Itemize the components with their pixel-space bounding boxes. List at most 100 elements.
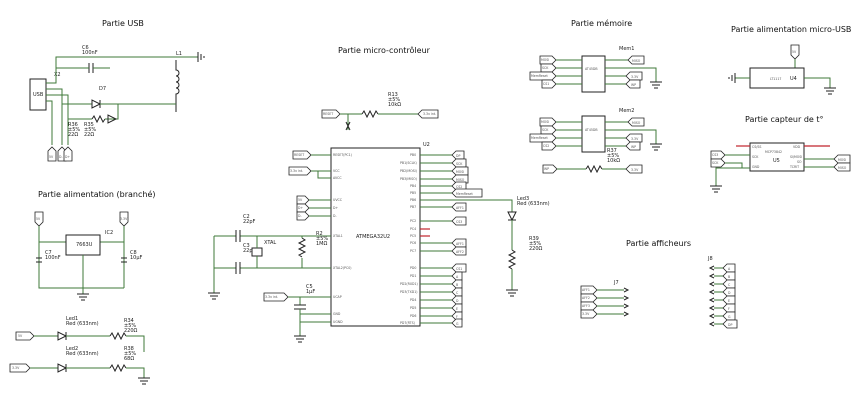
svg-text:CS/SS: CS/SS (752, 145, 761, 149)
c8-value: 10μF (130, 255, 143, 261)
svg-text:CS2: CS2 (543, 144, 549, 148)
svg-text:E: E (728, 299, 730, 303)
wp-tag-label: WP (544, 167, 549, 171)
usb-section: USB X2 C6 100nF L1 D7 R36 ±5% 22Ω R35 ±5… (29, 45, 205, 162)
svg-text:PB0: PB0 (410, 153, 416, 157)
svg-text:PB3(MISO): PB3(MISO) (400, 177, 417, 181)
svg-text:PD5: PD5 (410, 306, 416, 310)
svg-text:SCK: SCK (752, 155, 759, 159)
svg-text:PB6: PB6 (410, 198, 416, 202)
svg-text:CS1: CS1 (456, 267, 462, 271)
svg-text:AFF1: AFF1 (456, 242, 464, 246)
svg-text:CS1: CS1 (543, 82, 549, 86)
svg-text:D+: D+ (65, 155, 70, 159)
r36-ohm: 22Ω (68, 132, 78, 138)
svg-text:PD6: PD6 (410, 314, 416, 318)
mem1-chip-name: AT45DB (585, 67, 598, 71)
svg-text:UVCC: UVCC (333, 198, 343, 202)
svg-text:GND: GND (333, 312, 341, 316)
svg-text:PD1: PD1 (410, 274, 416, 278)
memory-section: AT45DB Mem1 MOSI SCK MemReset CS1 MISO 3… (529, 46, 662, 174)
mem2-chip-name: AT45DB (585, 128, 598, 132)
led3-value: Red (633nm) (517, 201, 550, 207)
mem1-chip (581, 55, 606, 93)
svg-text:D-: D- (333, 214, 337, 218)
svg-text:PB7: PB7 (410, 205, 416, 209)
svg-text:SCK: SCK (542, 128, 549, 132)
svg-text:PC4: PC4 (410, 227, 416, 231)
led2-value: Red (633nm) (66, 351, 99, 357)
mem1-ref: Mem1 (619, 46, 634, 52)
svg-text:TCRIT: TCRIT (789, 165, 799, 169)
mem2-ref: Mem2 (619, 108, 634, 114)
l1-ref: L1 (176, 51, 182, 57)
svg-text:PD2(RXD1): PD2(RXD1) (400, 282, 418, 286)
temp-sensor-section: MCP73842 U5 CS/SS SCK GND VDD SI/MOSI SO… (710, 142, 851, 193)
svg-text:B: B (728, 275, 730, 279)
mem2-chip (581, 115, 606, 153)
r37-ohm: 10kΩ (607, 158, 620, 164)
led2-tag-label: 3.3V (12, 366, 20, 370)
xtal-label: XTAL (264, 240, 276, 246)
reset-tag-left-label: RESET (294, 153, 304, 157)
svg-text:RESET(PC1): RESET(PC1) (333, 153, 352, 157)
temp-sck-tag-label: SCK (712, 161, 719, 165)
svg-text:MemReset: MemReset (531, 136, 548, 140)
j7-ref: J7 (613, 280, 619, 286)
svg-text:XTAL2(PC0): XTAL2(PC0) (333, 266, 351, 270)
temp-cs3-tag-label: CS3 (712, 153, 718, 157)
u5-chip-name: MCP73842 (765, 150, 782, 154)
svg-text:E: E (456, 307, 458, 311)
section-title-temp-sensor: Partie capteur de t° (745, 115, 824, 124)
svg-text:PC6: PC6 (410, 241, 416, 245)
mem2-right-tags: MISO 3.3V WP (605, 117, 662, 151)
svg-text:F: F (728, 307, 730, 311)
xtal (251, 247, 263, 257)
reset-tag-top-label: RESET (323, 112, 333, 116)
d7-ref: D7 (99, 86, 106, 92)
mcu-section: RESET R13 ±5% 10kΩ 3.3v int. U2 ATMEGA32… (208, 92, 550, 343)
r35-ohm: 22Ω (84, 132, 94, 138)
r34-ohm: 220Ω (124, 328, 138, 334)
svg-text:3.3V: 3.3V (631, 75, 639, 79)
mem1-right-tags: MISO 3.3V WP (605, 55, 662, 89)
svg-text:PB5: PB5 (410, 191, 416, 195)
svg-text:SCK: SCK (542, 66, 549, 70)
svg-text:UGND: UGND (333, 320, 343, 324)
v33-tag-ucap-label: 3.3v int. (265, 295, 278, 299)
mcu-tag-dminus-label: D- (298, 214, 302, 218)
svg-text:PB4: PB4 (410, 184, 416, 188)
x2-ref: X2 (54, 72, 61, 78)
svg-text:VDD: VDD (793, 145, 801, 149)
r2-ohm: 1MΩ (316, 241, 327, 247)
svg-text:AFF1: AFF1 (456, 206, 464, 210)
u4-ref: U4 (790, 76, 797, 82)
svg-text:3.3V: 3.3V (582, 312, 590, 316)
svg-text:SI/MOSI: SI/MOSI (790, 155, 802, 159)
power-micro-usb-section: 5V LT1117 U4 (728, 44, 836, 95)
svg-text:SO: SO (797, 160, 802, 164)
schematic-canvas: Partie USB Partie micro-contrôleur Parti… (9, 18, 851, 385)
svg-text:DP: DP (728, 323, 732, 327)
section-title-power-plugged: Partie alimentation (branché) (38, 189, 156, 199)
svg-text:MemReset: MemReset (456, 192, 473, 196)
svg-text:PD0: PD0 (410, 266, 416, 270)
svg-text:D+: D+ (333, 206, 338, 210)
svg-text:B: B (456, 283, 458, 287)
svg-text:MISO: MISO (456, 178, 465, 182)
svg-text:DP: DP (456, 154, 460, 158)
ic2-ref: IC2 (105, 230, 113, 236)
mcu-tag-dplus-label: D+ (298, 206, 303, 210)
svg-text:3.3V: 3.3V (631, 137, 639, 141)
svg-text:F: F (456, 315, 458, 319)
svg-text:PC5: PC5 (410, 234, 416, 238)
svg-text:D-: D- (59, 155, 63, 159)
temp-mosi-tag-label: MOSI (838, 158, 846, 162)
svg-text:PD7(RTS): PD7(RTS) (400, 321, 415, 325)
v33-tag-vcc-label: 3.3v int. (290, 169, 303, 173)
c2-value: 22pF (243, 219, 256, 225)
usb-net-tag-dplus: D+ (63, 146, 73, 162)
section-title-usb: Partie USB (102, 19, 144, 28)
svg-text:VCC: VCC (333, 169, 340, 173)
temp-miso-tag-label: MISO (838, 166, 847, 170)
